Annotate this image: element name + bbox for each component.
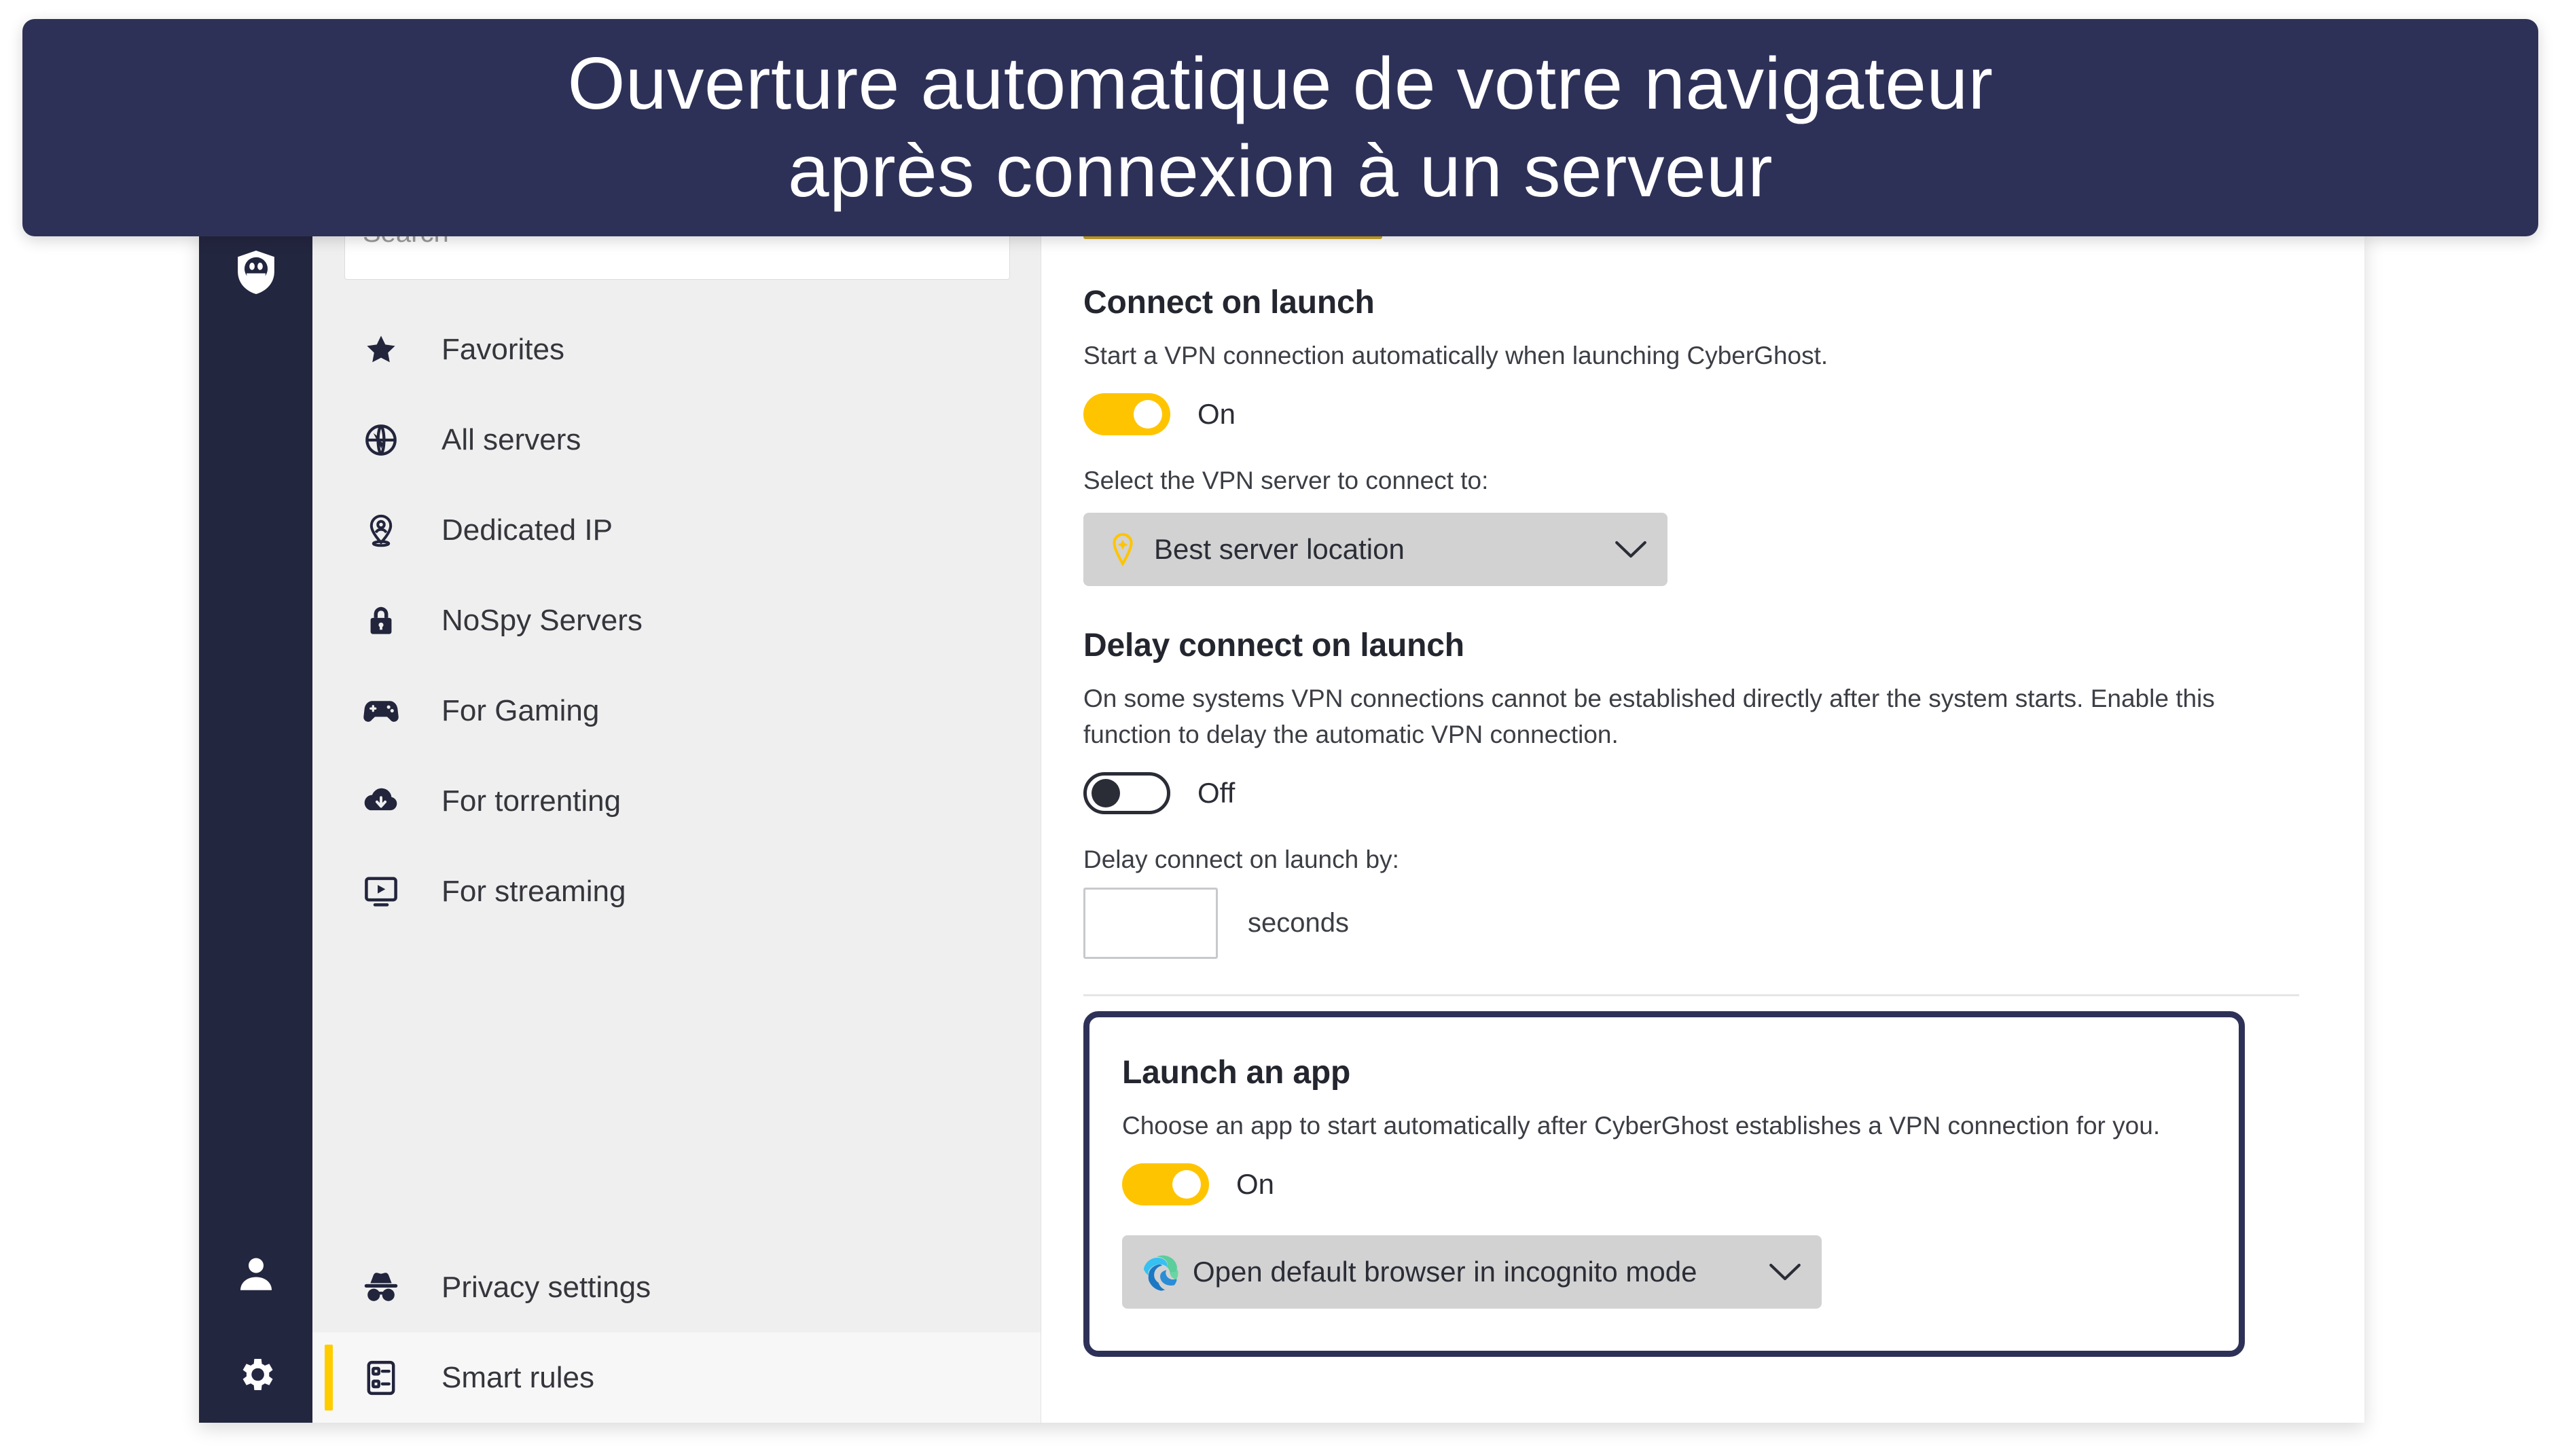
lock-icon	[361, 602, 401, 639]
best-location-pin-icon	[1104, 531, 1142, 568]
toggle-knob	[1092, 778, 1120, 807]
vpn-server-dropdown-value: Best server location	[1154, 532, 1405, 565]
incognito-hat-icon	[361, 1271, 401, 1305]
delay-seconds-input[interactable]	[1083, 887, 1218, 959]
search-input[interactable]: Search	[344, 231, 1010, 280]
cyberghost-shield-icon	[234, 250, 278, 295]
delay-seconds-label: Delay connect on launch by:	[1083, 845, 1399, 873]
globe-icon	[361, 422, 401, 458]
monitor-play-icon	[361, 874, 401, 909]
chevron-down-icon	[1766, 1261, 1804, 1283]
section-connect-on-launch: Connect on launch Start a VPN connection…	[1083, 284, 2305, 586]
sidebar-item-label: Dedicated IP	[441, 513, 613, 547]
toggle-state-label: On	[1236, 1167, 1275, 1200]
section-title: Delay connect on launch	[1083, 627, 1464, 663]
user-account-icon[interactable]	[234, 1252, 278, 1296]
rail-bottom-icons	[199, 1252, 312, 1397]
delay-seconds-input-row: seconds	[1083, 887, 2305, 959]
toggle-knob	[1134, 399, 1162, 429]
settings-panel: Connect on launch Start a VPN connection…	[1041, 231, 2364, 1423]
sidebar-item-label: Privacy settings	[441, 1270, 651, 1304]
toggle-state-label: On	[1197, 397, 1236, 430]
gear-settings-icon[interactable]	[234, 1352, 278, 1397]
annotation-line-2: après connexion à un serveur	[787, 130, 1773, 213]
section-launch-an-app: Launch an app Choose an app to start aut…	[1083, 1011, 2245, 1357]
settings-content: Connect on launch Start a VPN connection…	[1041, 231, 2364, 1357]
server-list-bottom-nav: Privacy settings Smart rules	[312, 1242, 1041, 1423]
server-category-list: Favorites All servers Dedicated IP NoSpy…	[312, 304, 1041, 936]
toggle-knob	[1172, 1169, 1201, 1199]
vpn-server-dropdown[interactable]: Best server location	[1083, 512, 1667, 586]
sidebar-item-label: NoSpy Servers	[441, 603, 643, 637]
sidebar-item-for-streaming[interactable]: For streaming	[312, 846, 1041, 936]
sidebar-item-label: For Gaming	[441, 693, 600, 727]
star-icon	[361, 332, 401, 367]
section-title: Connect on launch	[1083, 285, 1375, 321]
sidebar-item-for-gaming[interactable]: For Gaming	[312, 666, 1041, 756]
section-delay-connect-on-launch: Delay connect on launch On some systems …	[1083, 627, 2305, 959]
delay-connect-toggle-row: Off	[1083, 771, 2305, 814]
sidebar-item-for-torrenting[interactable]: For torrenting	[312, 756, 1041, 846]
sidebar-item-dedicated-ip[interactable]: Dedicated IP	[312, 485, 1041, 575]
launch-an-app-toggle[interactable]	[1122, 1163, 1209, 1205]
launch-app-dropdown[interactable]: Open default browser in incognito mode	[1122, 1235, 1822, 1309]
sidebar-item-label: For torrenting	[441, 784, 621, 818]
sidebar-item-privacy-settings[interactable]: Privacy settings	[312, 1242, 1041, 1332]
connect-on-launch-toggle[interactable]	[1083, 393, 1170, 435]
section-title: Launch an app	[1122, 1054, 1351, 1091]
server-list-panel: Search Favorites All servers Dedicated I…	[312, 231, 1041, 1423]
sidebar-item-label: Smart rules	[441, 1360, 594, 1394]
sidebar-item-all-servers[interactable]: All servers	[312, 395, 1041, 485]
launch-app-dropdown-value: Open default browser in incognito mode	[1193, 1255, 1697, 1288]
sidebar-item-nospy-servers[interactable]: NoSpy Servers	[312, 575, 1041, 666]
section-description: Choose an app to start automatically aft…	[1122, 1111, 2161, 1140]
sidebar-item-label: For streaming	[441, 874, 626, 908]
annotation-line-1: Ouverture automatique de votre navigateu…	[567, 42, 1994, 126]
toggle-state-label: Off	[1197, 776, 1236, 809]
launch-an-app-toggle-row: On	[1122, 1163, 2198, 1205]
section-description: On some systems VPN connections cannot b…	[1083, 684, 2215, 749]
microsoft-edge-icon	[1142, 1253, 1180, 1291]
app-logo	[199, 250, 312, 295]
sidebar-item-smart-rules[interactable]: Smart rules	[312, 1332, 1041, 1423]
icon-rail	[199, 231, 312, 1423]
connect-on-launch-toggle-row: On	[1083, 393, 2305, 435]
section-description: Start a VPN connection automatically whe…	[1083, 342, 1828, 369]
server-select-label: Select the VPN server to connect to:	[1083, 466, 1489, 494]
delay-seconds-unit: seconds	[1248, 907, 1349, 938]
sidebar-item-label: All servers	[441, 422, 581, 456]
section-divider	[1083, 994, 2299, 996]
smart-rules-icon	[361, 1359, 401, 1397]
annotation-banner-text: Ouverture automatique de votre navigateu…	[527, 40, 2034, 215]
annotation-banner: Ouverture automatique de votre navigateu…	[22, 19, 2538, 236]
chevron-down-icon	[1612, 539, 1650, 560]
sidebar-item-label: Favorites	[441, 332, 564, 366]
location-pin-person-icon	[361, 512, 401, 549]
cloud-download-icon	[361, 786, 401, 817]
sidebar-item-favorites[interactable]: Favorites	[312, 304, 1041, 395]
screenshot-root: Ouverture automatique de votre navigateu…	[0, 0, 2560, 1456]
gamepad-icon	[361, 695, 401, 727]
delay-connect-toggle[interactable]	[1083, 771, 1170, 814]
cyberghost-app-window: Search Favorites All servers Dedicated I…	[199, 231, 2364, 1423]
